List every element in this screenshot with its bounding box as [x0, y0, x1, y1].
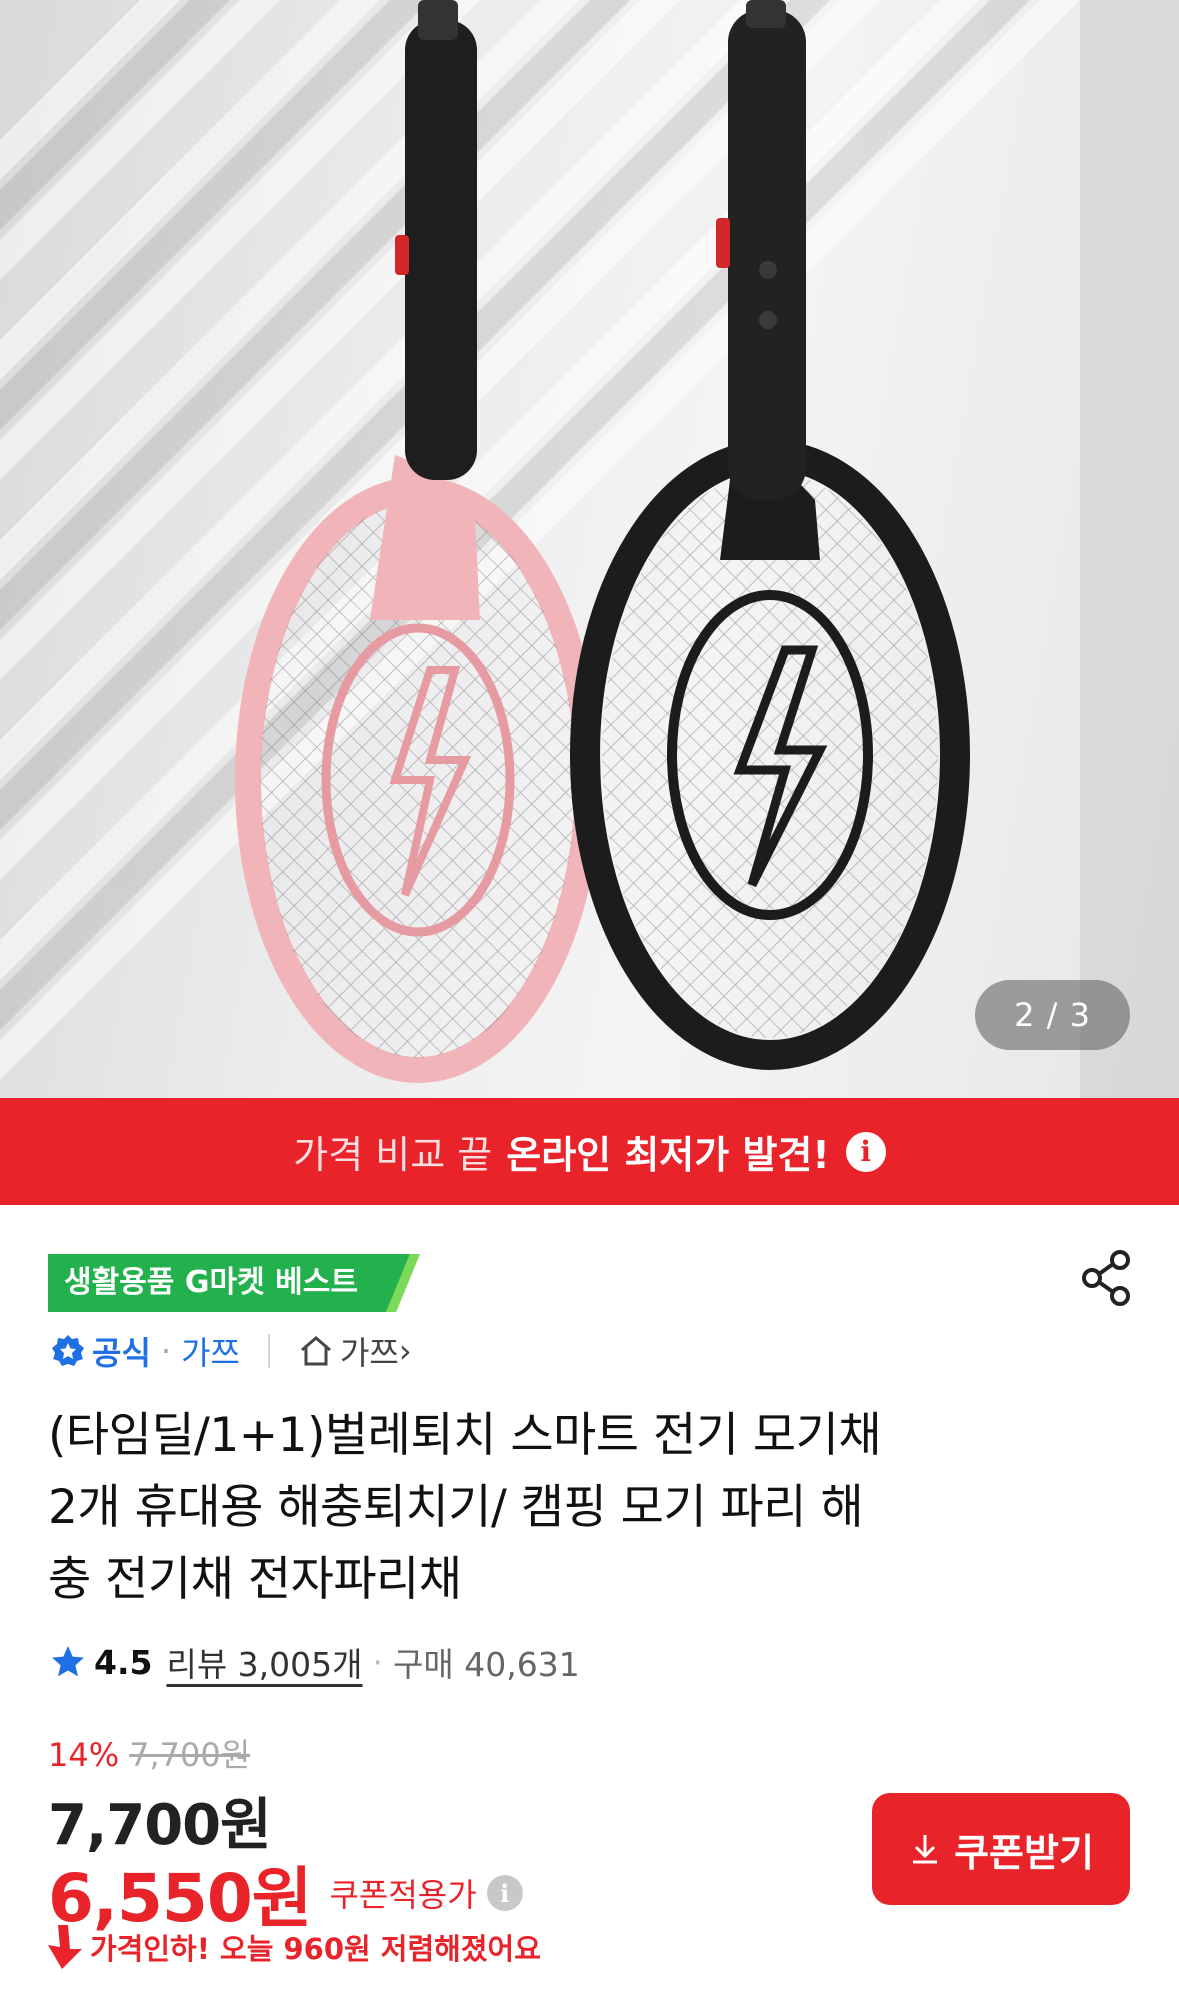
product-title-line: (타임딜/1+1)벌레퇴치 스마트 전기 모기채 — [48, 1408, 882, 1463]
discount-row: 14% 7,700원 — [48, 1730, 250, 1776]
separator-dot: · — [372, 1642, 384, 1682]
product-photo — [0, 0, 1179, 1098]
divider — [267, 1334, 270, 1368]
purchase-count: 구매 40,631 — [393, 1645, 580, 1684]
store-link[interactable]: 가쯔 › — [298, 1328, 412, 1374]
product-title-line: 충 전기채 전자파리채 — [48, 1552, 462, 1607]
price-drop-text: 가격인하! 오늘 960원 저렴해졌어요 — [90, 1932, 541, 1966]
get-coupon-label: 쿠폰받기 — [954, 1830, 1094, 1875]
official-label: 공식 — [92, 1334, 151, 1372]
download-icon — [913, 1835, 938, 1864]
verified-icon — [52, 1335, 84, 1366]
info-icon[interactable]: i — [486, 1875, 523, 1911]
lowest-price-banner[interactable]: 가격 비교 끝 온라인 최저가 발견! i — [0, 1098, 1179, 1205]
promo-bold-text: 온라인 최저가 발견! — [506, 1133, 830, 1177]
star-icon — [52, 1646, 84, 1677]
seller-row: 공식 · 가쯔 가쯔 › — [50, 1320, 412, 1382]
review-link[interactable]: 리뷰 3,005개 — [166, 1638, 362, 1686]
chevron-right-icon: › — [398, 1332, 412, 1370]
rating-score: 4.5 — [94, 1642, 153, 1682]
official-badge: 공식 — [50, 1328, 151, 1374]
product-image-gallery[interactable]: 2 / 3 — [0, 0, 1179, 1098]
info-icon[interactable]: i — [845, 1131, 886, 1172]
coupon-price-label: 쿠폰적용가 — [329, 1876, 477, 1914]
product-title: (타임딜/1+1)벌레퇴치 스마트 전기 모기채 2개 휴대용 해충퇴치기/ 캠… — [48, 1400, 1048, 1616]
store-link-label: 가쯔 — [339, 1334, 399, 1372]
promo-light-text: 가격 비교 끝 — [293, 1133, 493, 1177]
get-coupon-button[interactable]: 쿠폰받기 — [872, 1793, 1130, 1905]
arrow-down-icon — [48, 1925, 82, 1969]
product-title-line: 2개 휴대용 해충퇴치기/ 캠핑 모기 파리 해 — [48, 1480, 864, 1535]
discount-percent: 14% — [48, 1736, 120, 1774]
best-badge-label: 생활용품 G마켓 베스트 — [64, 1265, 358, 1300]
rating-row: 4.5 리뷰 3,005개 · 구매 40,631 — [50, 1634, 580, 1690]
image-counter: 2 / 3 — [975, 980, 1130, 1050]
separator-dot: · — [160, 1332, 172, 1370]
best-badge: 생활용품 G마켓 베스트 — [48, 1254, 420, 1312]
home-icon — [300, 1336, 331, 1366]
share-icon[interactable] — [1078, 1248, 1134, 1308]
original-price: 7,700원 — [129, 1736, 251, 1774]
seller-name[interactable]: 가쯔 — [181, 1328, 240, 1374]
price-drop-notice: 가격인하! 오늘 960원 저렴해졌어요 — [48, 1925, 541, 1969]
